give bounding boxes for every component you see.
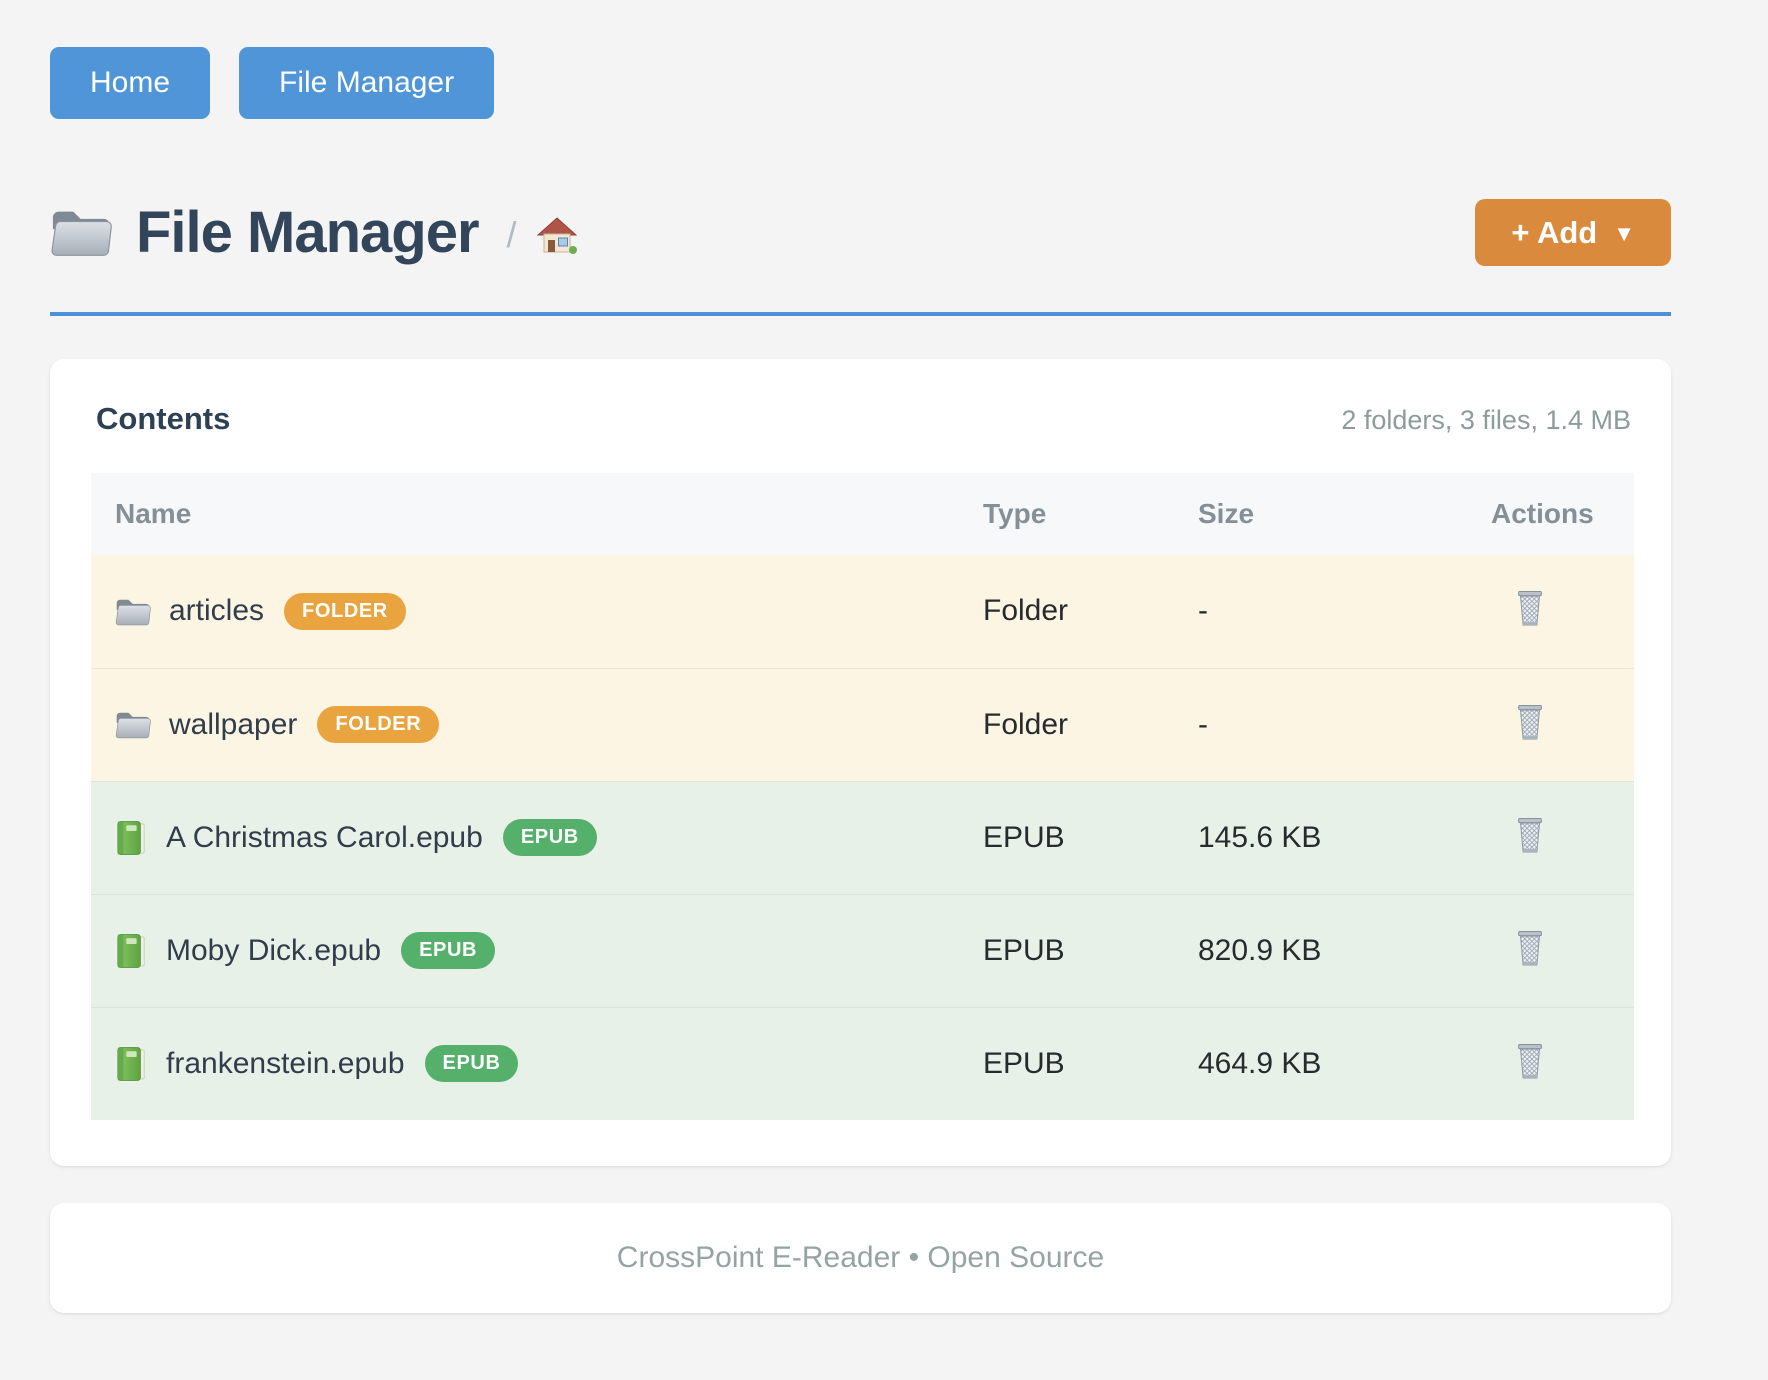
- epub-badge: EPUB: [503, 819, 597, 856]
- green-book-icon: [115, 820, 147, 856]
- file-table: Name Type Size Actions articles FOLDER: [91, 473, 1634, 1120]
- delete-button[interactable]: [1513, 701, 1547, 741]
- wastebasket-icon: [1513, 1040, 1547, 1080]
- green-book-icon: [115, 933, 147, 969]
- add-button-label: + Add: [1511, 215, 1597, 251]
- file-manager-page: Home File Manager File Manager / + Add ▼…: [0, 0, 1768, 1380]
- green-book-icon: [115, 1046, 147, 1082]
- table-row-frankenstein: frankenstein.epub EPUB EPUB 464.9 KB: [91, 1007, 1634, 1120]
- nav-file-manager-button[interactable]: File Manager: [239, 47, 494, 119]
- file-name-link[interactable]: frankenstein.epub: [166, 1047, 405, 1081]
- delete-button[interactable]: [1513, 587, 1547, 627]
- nav-home-button[interactable]: Home: [50, 47, 210, 119]
- file-name-link[interactable]: articles: [169, 594, 264, 628]
- top-navigation: Home File Manager: [50, 47, 1671, 119]
- table-row-articles: articles FOLDER Folder -: [91, 555, 1634, 668]
- table-row-wallpaper: wallpaper FOLDER Folder -: [91, 668, 1634, 781]
- epub-badge: EPUB: [401, 932, 495, 969]
- chevron-down-icon: ▼: [1613, 221, 1635, 247]
- folder-icon: [115, 595, 152, 628]
- table-row-christmas-carol: A Christmas Carol.epub EPUB EPUB 145.6 K…: [91, 781, 1634, 894]
- size-cell: -: [1198, 668, 1491, 781]
- file-name-link[interactable]: A Christmas Carol.epub: [166, 821, 483, 855]
- column-header-type: Type: [983, 473, 1198, 555]
- wastebasket-icon: [1513, 814, 1547, 854]
- column-header-actions: Actions: [1491, 473, 1634, 555]
- delete-button[interactable]: [1513, 814, 1547, 854]
- contents-title: Contents: [96, 401, 230, 437]
- delete-button[interactable]: [1513, 1040, 1547, 1080]
- folder-icon: [50, 205, 114, 259]
- file-name-link[interactable]: wallpaper: [169, 708, 297, 742]
- contents-card: Contents 2 folders, 3 files, 1.4 MB Name…: [50, 359, 1671, 1166]
- wastebasket-icon: [1513, 927, 1547, 967]
- footer: CrossPoint E-Reader • Open Source: [50, 1203, 1671, 1313]
- contents-summary: 2 folders, 3 files, 1.4 MB: [1341, 405, 1631, 436]
- size-cell: -: [1198, 555, 1491, 668]
- folder-badge: FOLDER: [284, 593, 406, 630]
- size-cell: 820.9 KB: [1198, 894, 1491, 1007]
- wastebasket-icon: [1513, 587, 1547, 627]
- house-icon[interactable]: [537, 216, 577, 256]
- column-header-size: Size: [1198, 473, 1491, 555]
- type-cell: EPUB: [983, 1007, 1198, 1120]
- add-button[interactable]: + Add ▼: [1475, 199, 1671, 266]
- contents-header: Contents 2 folders, 3 files, 1.4 MB: [91, 401, 1634, 437]
- column-header-name: Name: [91, 473, 983, 555]
- folder-badge: FOLDER: [317, 706, 439, 743]
- breadcrumb-separator: /: [507, 214, 517, 256]
- epub-badge: EPUB: [425, 1045, 519, 1082]
- type-cell: Folder: [983, 555, 1198, 668]
- file-name-link[interactable]: Moby Dick.epub: [166, 934, 381, 968]
- type-cell: EPUB: [983, 781, 1198, 894]
- size-cell: 145.6 KB: [1198, 781, 1491, 894]
- folder-icon: [115, 708, 152, 741]
- footer-text: CrossPoint E-Reader • Open Source: [617, 1241, 1104, 1275]
- page-title: File Manager: [136, 201, 479, 265]
- title-group: File Manager /: [50, 201, 577, 265]
- table-row-moby-dick: Moby Dick.epub EPUB EPUB 820.9 KB: [91, 894, 1634, 1007]
- page-header: File Manager / + Add ▼: [50, 199, 1671, 316]
- wastebasket-icon: [1513, 701, 1547, 741]
- delete-button[interactable]: [1513, 927, 1547, 967]
- type-cell: EPUB: [983, 894, 1198, 1007]
- table-header-row: Name Type Size Actions: [91, 473, 1634, 555]
- type-cell: Folder: [983, 668, 1198, 781]
- size-cell: 464.9 KB: [1198, 1007, 1491, 1120]
